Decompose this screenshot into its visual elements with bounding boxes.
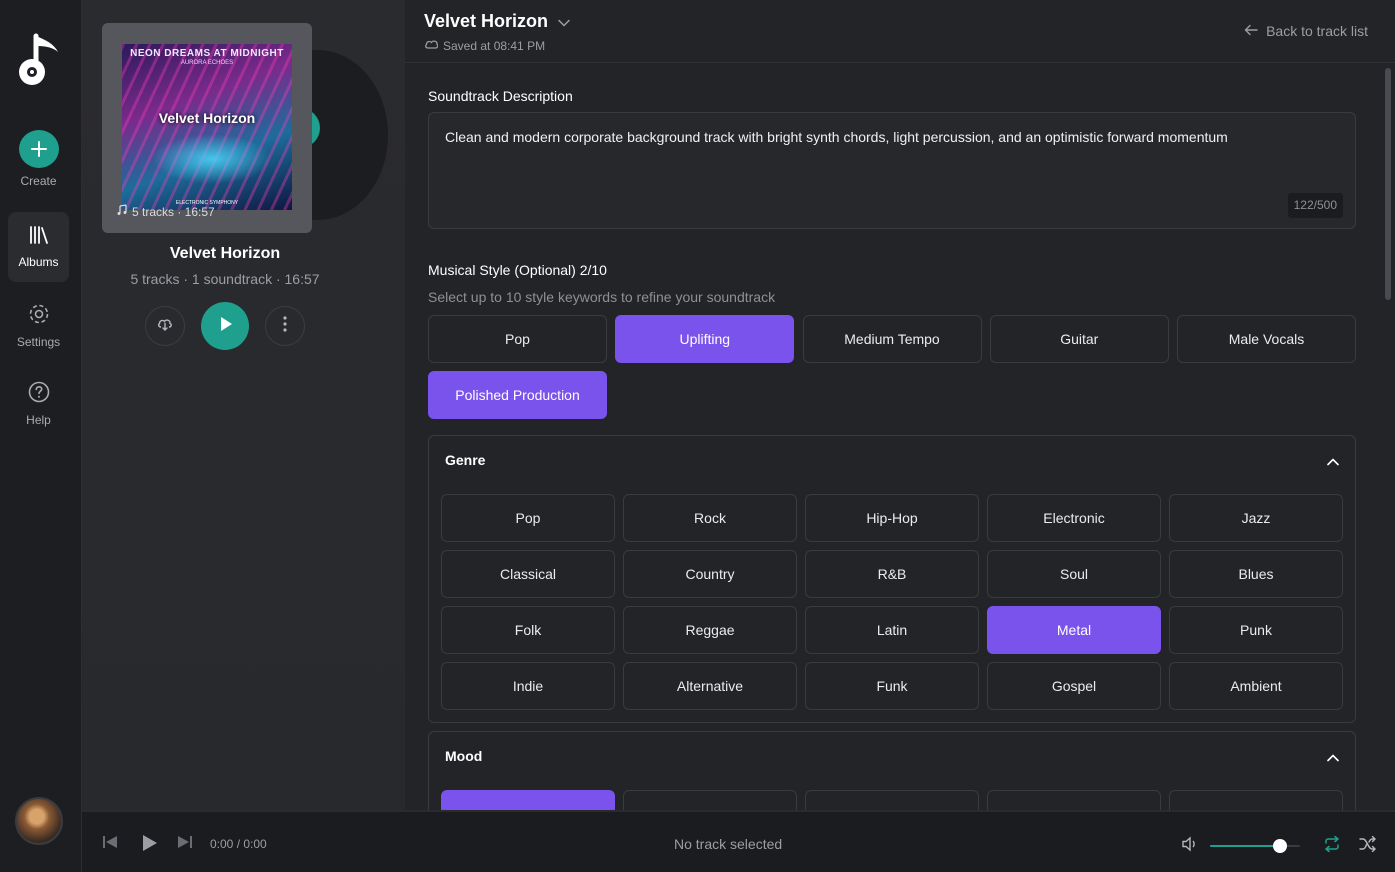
play-album-button[interactable] — [201, 302, 249, 350]
genre-chip[interactable]: R&B — [805, 550, 979, 598]
app-root: Create Albums Settings Help NEON DREAMS … — [0, 0, 1395, 872]
genre-chip[interactable]: Punk — [1169, 606, 1343, 654]
albums-label: Albums — [18, 255, 59, 269]
mood-chip[interactable] — [1169, 790, 1343, 810]
play-icon — [215, 314, 235, 339]
editor-main: Soundtrack Description Clean and modern … — [405, 64, 1380, 810]
plus-icon — [18, 130, 59, 168]
chevron-up-icon[interactable] — [1327, 749, 1339, 767]
create-button[interactable]: Create — [8, 118, 69, 188]
cloud-check-icon — [424, 38, 439, 53]
music-note-icon — [116, 204, 128, 219]
main-scrollbar[interactable] — [1381, 64, 1395, 810]
genre-chip[interactable]: Folk — [441, 606, 615, 654]
now-playing-text: No track selected — [674, 836, 783, 852]
genre-chip[interactable]: Hip-Hop — [805, 494, 979, 542]
avatar[interactable] — [15, 797, 63, 845]
previous-track-button[interactable] — [102, 834, 118, 855]
genre-chip[interactable]: Classical — [441, 550, 615, 598]
description-label: Soundtrack Description — [428, 88, 573, 104]
genre-chip[interactable]: Alternative — [623, 662, 797, 710]
genre-chip[interactable]: Pop — [441, 494, 615, 542]
arrow-left-icon — [1244, 23, 1258, 39]
cover-meta-text: 5 tracks · 16:57 — [132, 204, 215, 219]
gear-icon — [27, 302, 51, 329]
editor-header: Velvet Horizon Saved at 08:41 PM Back to… — [405, 0, 1395, 63]
chevron-down-icon — [558, 11, 570, 32]
back-to-track-list-link[interactable]: Back to track list — [1244, 23, 1368, 39]
mood-chip[interactable] — [441, 790, 615, 810]
nav-help[interactable]: Help — [8, 368, 69, 438]
more-vertical-icon — [283, 315, 287, 337]
back-link-label: Back to track list — [1266, 23, 1368, 39]
genre-chip[interactable]: Electronic — [987, 494, 1161, 542]
genre-panel: Genre Pop Rock Hip-Hop Electronic Jazz Classi… — [428, 435, 1356, 723]
genre-chip[interactable]: Indie — [441, 662, 615, 710]
description-text: Clean and modern corporate background tr… — [445, 129, 1228, 145]
repeat-icon[interactable] — [1323, 835, 1341, 857]
mood-chip[interactable] — [987, 790, 1161, 810]
style-helper: Select up to 10 style keywords to refine… — [428, 289, 776, 305]
mood-chip[interactable] — [623, 790, 797, 810]
genre-chip[interactable]: Reggae — [623, 606, 797, 654]
shuffle-icon[interactable] — [1359, 835, 1377, 857]
genre-chip[interactable]: Country — [623, 550, 797, 598]
question-icon — [27, 380, 51, 407]
description-textarea[interactable]: Clean and modern corporate background tr… — [428, 112, 1356, 229]
volume-icon[interactable] — [1181, 836, 1199, 857]
mood-chip[interactable] — [805, 790, 979, 810]
style-label: Musical Style (Optional) 2/10 — [428, 262, 607, 278]
genre-chip[interactable]: Blues — [1169, 550, 1343, 598]
nav-albums[interactable]: Albums — [8, 212, 69, 282]
genre-chip[interactable]: Soul — [987, 550, 1161, 598]
save-status: Saved at 08:41 PM — [424, 38, 545, 53]
genre-chip[interactable]: Funk — [805, 662, 979, 710]
style-chip[interactable]: Polished Production — [428, 371, 607, 419]
mood-heading: Mood — [445, 748, 483, 764]
style-chip[interactable]: Male Vocals — [1177, 315, 1356, 363]
player-bar: 0:00 / 0:00 No track selected — [82, 810, 1395, 872]
next-track-button[interactable] — [177, 834, 193, 855]
nav-settings[interactable]: Settings — [8, 290, 69, 360]
genre-chip[interactable]: Ambient — [1169, 662, 1343, 710]
volume-knob[interactable] — [1273, 839, 1288, 853]
album-meta: 5 tracks · 1 soundtrack · 16:57 — [130, 271, 320, 287]
genre-chip[interactable]: Gospel — [987, 662, 1161, 710]
volume-fill — [1210, 845, 1281, 847]
genre-chip[interactable]: Jazz — [1169, 494, 1343, 542]
cover-heading: NEON DREAMS AT MIDNIGHT — [130, 48, 284, 59]
playback-time: 0:00 / 0:00 — [210, 837, 267, 851]
style-chip[interactable]: Guitar — [989, 315, 1169, 363]
save-status-text: Saved at 08:41 PM — [443, 38, 546, 53]
genre-chip[interactable]: Latin — [805, 606, 979, 654]
genre-chip[interactable]: Metal — [987, 606, 1161, 654]
style-chip[interactable]: Uplifting — [615, 315, 795, 363]
style-chip[interactable]: Medium Tempo — [802, 315, 982, 363]
genre-chip[interactable]: Rock — [623, 494, 797, 542]
create-label: Create — [20, 174, 57, 188]
album-title: Velvet Horizon — [169, 245, 281, 262]
volume-slider[interactable] — [1210, 839, 1300, 853]
settings-label: Settings — [16, 335, 61, 349]
library-icon — [28, 224, 50, 249]
cover-artist: AURORA ECHOES — [180, 60, 234, 66]
style-chip[interactable]: Pop — [428, 315, 607, 363]
help-label: Help — [26, 413, 51, 427]
cover-title: Velvet Horizon — [158, 110, 256, 126]
cloud-download-icon — [156, 315, 174, 338]
side-rail: Create Albums Settings Help — [0, 0, 82, 872]
chevron-up-icon[interactable] — [1327, 453, 1339, 471]
play-button[interactable] — [139, 833, 159, 858]
more-options-button[interactable] — [265, 306, 305, 346]
download-button[interactable] — [145, 306, 185, 346]
page-title: Velvet Horizon — [424, 11, 549, 31]
app-logo-icon[interactable] — [14, 30, 64, 90]
char-counter: 122/500 — [1287, 193, 1343, 218]
scrollbar-thumb[interactable] — [1385, 68, 1391, 300]
mood-panel: Mood — [428, 731, 1356, 810]
album-cover-art: NEON DREAMS AT MIDNIGHT AURORA ECHOES Ve… — [122, 44, 292, 210]
genre-heading: Genre — [445, 452, 486, 468]
cover-meta: 5 tracks · 16:57 — [116, 204, 215, 219]
title-dropdown[interactable]: Velvet Horizon — [424, 11, 570, 32]
